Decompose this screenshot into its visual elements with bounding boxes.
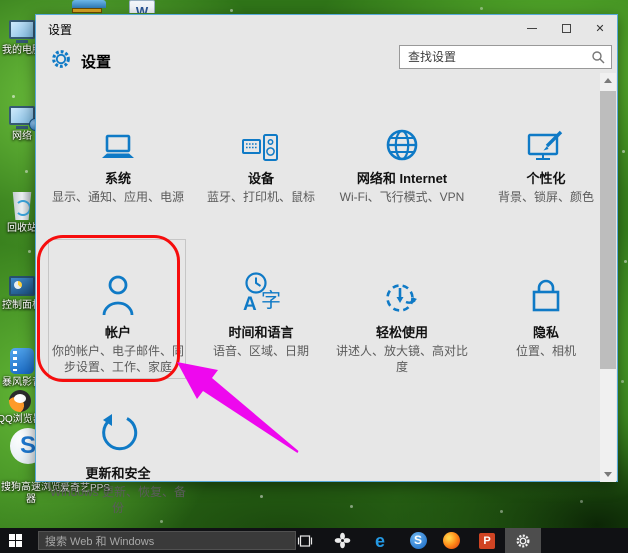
powerpoint-button[interactable]: P <box>477 528 497 553</box>
tile-system[interactable]: 系统 显示、通知、应用、电源 <box>48 117 188 205</box>
edge-button[interactable]: e <box>370 528 390 553</box>
start-button[interactable] <box>0 528 30 553</box>
tile-subtitle: Windows 更新、恢复、备份 <box>48 484 188 516</box>
scrollbar[interactable] <box>600 73 616 482</box>
devices-icon <box>241 117 281 169</box>
tile-subtitle: 讲述人、放大镜、高对比度 <box>332 343 472 375</box>
firefox-icon <box>443 532 460 549</box>
scroll-up-icon[interactable] <box>604 78 612 83</box>
svg-text:字: 字 <box>261 289 281 312</box>
tile-title: 时间和语言 <box>228 324 293 341</box>
tile-privacy[interactable]: 隐私 位置、相机 <box>476 265 616 359</box>
bus-toy-icon[interactable] <box>72 0 106 13</box>
tile-update-security[interactable]: 更新和安全 Windows 更新、恢复、备份 <box>48 412 188 516</box>
pinwheel-icon <box>334 532 351 549</box>
scrollbar-thumb[interactable] <box>600 91 616 369</box>
maximize-icon <box>562 24 571 33</box>
tile-title: 网络和 Internet <box>357 170 447 187</box>
qq-penguin-icon <box>9 390 31 412</box>
control-panel-icon <box>9 276 35 296</box>
sogou-icon: S <box>410 532 427 549</box>
tile-title: 隐私 <box>533 324 559 341</box>
powerpoint-icon: P <box>479 533 495 549</box>
tile-subtitle: 蓝牙、打印机、鼠标 <box>207 189 315 205</box>
laptop-icon <box>98 117 138 169</box>
taskbar-search-box[interactable] <box>38 531 296 550</box>
tile-network[interactable]: 网络和 Internet Wi-Fi、飞行模式、VPN <box>332 117 472 205</box>
scroll-down-icon[interactable] <box>604 472 612 477</box>
recycle-bin-icon <box>11 192 33 220</box>
sogou-browser-button[interactable]: S <box>408 528 428 553</box>
svg-text:A: A <box>243 294 257 315</box>
wallpaper-droplets <box>0 0 3 3</box>
tile-title: 系统 <box>105 170 131 187</box>
minimize-button[interactable] <box>515 15 549 41</box>
pinwheel-app-button[interactable] <box>332 528 352 553</box>
time-language-icon: A 字 <box>239 265 283 323</box>
tile-subtitle: 显示、通知、应用、电源 <box>52 189 184 205</box>
settings-gear-icon <box>50 48 72 70</box>
windows-logo-icon <box>9 534 22 547</box>
computer-monitor-icon <box>9 20 35 39</box>
tile-subtitle: 位置、相机 <box>516 343 576 359</box>
tile-title: 设备 <box>248 170 274 187</box>
ease-of-access-icon <box>382 265 422 323</box>
task-view-icon <box>297 534 313 548</box>
tile-personalization[interactable]: 个性化 背景、锁屏、颜色 <box>476 117 616 205</box>
screen: W 我的电脑 网络 回收站 控制面板 暴风影音 QQ浏览器 S 搜狗高速浏览器 … <box>0 0 628 553</box>
tile-time-language[interactable]: A 字 时间和语言 语音、区域、日期 <box>191 265 331 359</box>
highlight-box-accounts <box>37 235 180 382</box>
close-button[interactable]: ✕ <box>583 15 617 41</box>
tile-title: 个性化 <box>526 170 565 187</box>
maximize-button[interactable] <box>549 15 583 41</box>
tile-devices[interactable]: 设备 蓝牙、打印机、鼠标 <box>191 117 331 205</box>
settings-search-box[interactable] <box>399 45 612 69</box>
page-title: 设置 <box>81 51 111 72</box>
titlebar[interactable]: 设置 ✕ <box>36 15 617 41</box>
window-title: 设置 <box>48 21 72 38</box>
tile-subtitle: Wi-Fi、飞行模式、VPN <box>340 189 465 205</box>
tile-subtitle: 语音、区域、日期 <box>213 343 309 359</box>
taskbar-search-input[interactable] <box>39 534 295 551</box>
search-icon <box>591 50 606 65</box>
settings-taskbar-button[interactable] <box>505 528 541 553</box>
tile-title: 轻松使用 <box>376 324 428 341</box>
tile-ease-of-access[interactable]: 轻松使用 讲述人、放大镜、高对比度 <box>332 265 472 375</box>
privacy-lock-icon <box>528 265 564 323</box>
settings-search-input[interactable] <box>400 46 611 68</box>
tile-title: 更新和安全 <box>85 465 150 482</box>
edge-icon: e <box>375 532 385 550</box>
gear-icon <box>515 533 531 549</box>
media-player-icon <box>10 348 34 374</box>
update-security-icon <box>95 412 141 464</box>
minimize-icon <box>527 28 537 29</box>
tile-subtitle: 背景、锁屏、颜色 <box>498 189 594 205</box>
personalization-icon <box>526 117 566 169</box>
task-view-button[interactable] <box>296 528 314 553</box>
word-document-icon[interactable]: W <box>128 0 156 13</box>
globe-icon <box>382 117 422 169</box>
firefox-button[interactable] <box>441 528 461 553</box>
taskbar: e S P <box>0 528 628 553</box>
